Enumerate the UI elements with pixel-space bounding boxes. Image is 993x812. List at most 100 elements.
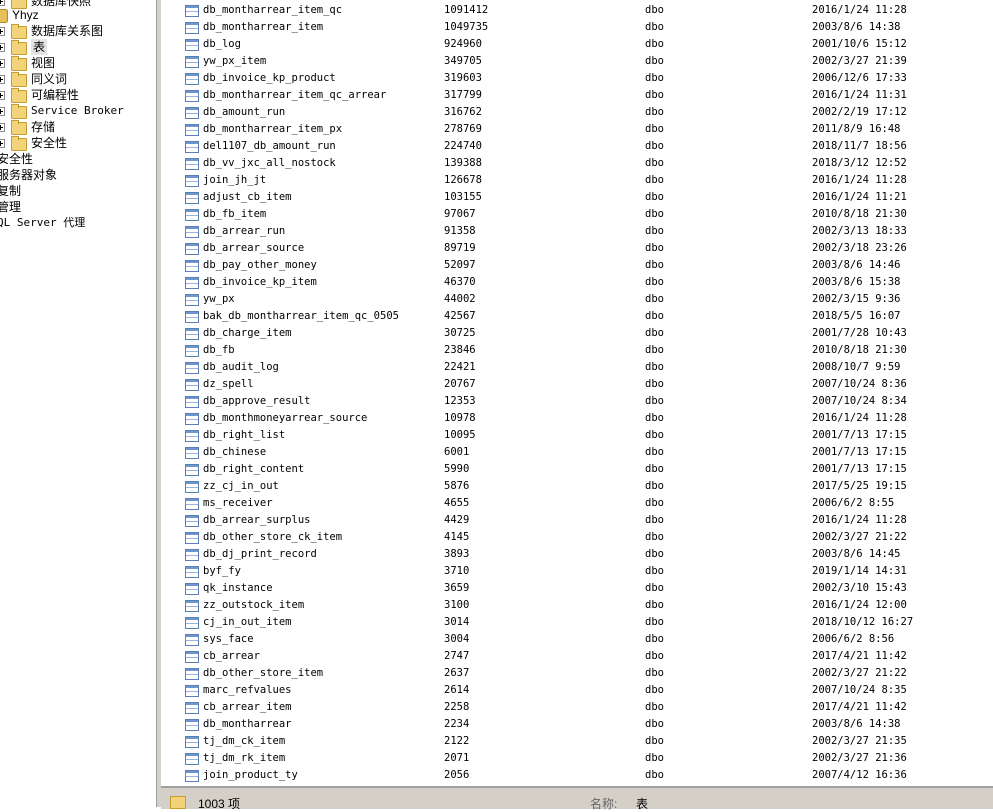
created-date: 2007/4/12 16:36 (812, 769, 907, 781)
table-row[interactable]: ms_receiver 4655 dbo 2006/6/2 8:55 (161, 495, 993, 512)
row-count: 2056 (444, 769, 470, 781)
row-count: 89719 (444, 242, 476, 254)
expand-icon[interactable] (0, 123, 5, 132)
table-name: cb_arrear_item (203, 701, 292, 713)
table-row[interactable]: join_jh_jt 126678 dbo 2016/1/24 11:28 (161, 172, 993, 189)
table-row[interactable]: bak_db_montharrear_item_qc_0505 42567 dbo 2… (161, 308, 993, 325)
table-icon (185, 566, 199, 578)
table-row[interactable]: db_audit_log 22421 dbo 2008/10/7 9:59 (161, 359, 993, 376)
table-row[interactable]: db_montharrear_item_qc 1091412 dbo 2016/1/2… (161, 2, 993, 19)
table-icon (185, 158, 199, 170)
table-row[interactable]: db_chinese 6001 dbo 2001/7/13 17:15 (161, 444, 993, 461)
schema-name: dbo (645, 361, 664, 373)
folder-icon (11, 56, 27, 71)
table-name: db_vv_jxc_all_nostock (203, 157, 336, 169)
database-icon (0, 9, 8, 23)
table-row[interactable]: db_invoice_kp_item 46370 dbo 2003/8/6 15:38 (161, 274, 993, 291)
table-row[interactable]: qk_instance 3659 dbo 2002/3/10 15:43 (161, 580, 993, 597)
table-row[interactable]: db_charge_item 30725 dbo 2001/7/28 10:43 (161, 325, 993, 342)
table-row[interactable]: db_arrear_run 91358 dbo 2002/3/13 18:33 (161, 223, 993, 240)
table-row[interactable]: zz_outstock_item 3100 dbo 2016/1/24 12:00 (161, 597, 993, 614)
table-row[interactable]: byf_fy 3710 dbo 2019/1/14 14:31 (161, 563, 993, 580)
table-name: ms_receiver (203, 497, 273, 509)
table-name: db_amount_run (203, 106, 286, 118)
table-icon (185, 481, 199, 493)
created-date: 2016/1/24 11:28 (812, 174, 907, 186)
expand-icon[interactable] (0, 107, 5, 116)
created-date: 2016/1/24 11:28 (812, 412, 907, 424)
table-row[interactable]: zz_cj_in_out 5876 dbo 2017/5/25 19:15 (161, 478, 993, 495)
schema-name: dbo (645, 446, 664, 458)
table-row[interactable]: db_monthmoneyarrear_source 10978 dbo 2016/1… (161, 410, 993, 427)
table-name: join_product_ty (203, 769, 298, 781)
table-row[interactable]: db_fb 23846 dbo 2010/8/18 21:30 (161, 342, 993, 359)
table-row[interactable]: db_arrear_surplus 4429 dbo 2016/1/24 11:28 (161, 512, 993, 529)
row-count: 3893 (444, 548, 470, 560)
expand-icon[interactable] (0, 75, 5, 84)
folder-icon (11, 120, 27, 135)
table-row[interactable]: tj_dm_ck_item 2122 dbo 2002/3/27 21:35 (161, 733, 993, 750)
table-row[interactable]: yw_px_item 349705 dbo 2002/3/27 21:39 (161, 53, 993, 70)
created-date: 2002/3/10 15:43 (812, 582, 907, 594)
table-icon (185, 753, 199, 765)
table-icon (185, 260, 199, 272)
table-row[interactable]: db_log 924960 dbo 2001/10/6 15:12 (161, 36, 993, 53)
table-name: db_chinese (203, 446, 267, 458)
table-icon (185, 226, 199, 238)
table-icon (185, 175, 199, 187)
expand-icon[interactable] (0, 139, 5, 148)
expand-icon[interactable] (0, 0, 5, 6)
table-name: sys_face (203, 633, 254, 645)
table-row[interactable]: cb_arrear_item 2258 dbo 2017/4/21 11:42 (161, 699, 993, 716)
table-row[interactable]: marc_refvalues 2614 dbo 2007/10/24 8:35 (161, 682, 993, 699)
table-row[interactable]: cb_arrear 2747 dbo 2017/4/21 11:42 (161, 648, 993, 665)
table-row[interactable]: adjust_cb_item 103155 dbo 2016/1/24 11:21 (161, 189, 993, 206)
table-row[interactable]: db_fb_item 97067 dbo 2010/8/18 21:30 (161, 206, 993, 223)
table-row[interactable]: db_right_list 10095 dbo 2001/7/13 17:15 (161, 427, 993, 444)
row-count: 5990 (444, 463, 470, 475)
table-row[interactable]: db_right_content 5990 dbo 2001/7/13 17:15 (161, 461, 993, 478)
table-row[interactable]: db_montharrear_item_px 278769 dbo 2011/8/9 … (161, 121, 993, 138)
expand-icon[interactable] (0, 43, 5, 52)
table-row[interactable]: db_pay_other_money 52097 dbo 2003/8/6 14:46 (161, 257, 993, 274)
table-row[interactable]: db_other_store_ck_item 4145 dbo 2002/3/27 2… (161, 529, 993, 546)
expand-icon[interactable] (0, 59, 5, 68)
table-icon (185, 107, 199, 119)
table-row[interactable]: cj_in_out_item 3014 dbo 2018/10/12 16:27 (161, 614, 993, 631)
table-name: db_arrear_surplus (203, 514, 311, 526)
table-icon (185, 73, 199, 85)
table-name: db_arrear_source (203, 242, 305, 254)
table-icon (185, 56, 199, 68)
table-icon (185, 464, 199, 476)
expand-icon[interactable] (0, 91, 5, 100)
table-row[interactable]: db_montharrear_item 1049735 dbo 2003/8/6 14… (161, 19, 993, 36)
schema-name: dbo (645, 4, 664, 16)
table-icon (185, 39, 199, 51)
table-row[interactable]: sys_face 3004 dbo 2006/6/2 8:56 (161, 631, 993, 648)
table-row[interactable]: db_dj_print_record 3893 dbo 2003/8/6 14:45 (161, 546, 993, 563)
row-count: 316762 (444, 106, 482, 118)
table-row[interactable]: db_amount_run 316762 dbo 2002/2/19 17:12 (161, 104, 993, 121)
table-name: cb_arrear (203, 650, 260, 662)
folder-icon (11, 104, 27, 119)
table-icon (185, 90, 199, 102)
table-row[interactable]: db_vv_jxc_all_nostock 139388 dbo 2018/3/12 … (161, 155, 993, 172)
table-icon (185, 192, 199, 204)
table-name: tj_dm_ck_item (203, 735, 286, 747)
table-row[interactable]: db_other_store_item 2637 dbo 2002/3/27 21:2… (161, 665, 993, 682)
table-row[interactable]: db_arrear_source 89719 dbo 2002/3/18 23:26 (161, 240, 993, 257)
table-row[interactable]: yw_px 44002 dbo 2002/3/15 9:36 (161, 291, 993, 308)
table-row[interactable]: db_montharrear 2234 dbo 2003/8/6 14:38 (161, 716, 993, 733)
table-icon (185, 736, 199, 748)
table-row[interactable]: del1107_db_amount_run 224740 dbo 2018/11/7 … (161, 138, 993, 155)
table-row[interactable]: dz_spell 20767 dbo 2007/10/24 8:36 (161, 376, 993, 393)
folder-icon (11, 40, 27, 55)
table-row[interactable]: db_approve_result 12353 dbo 2007/10/24 8:34 (161, 393, 993, 410)
table-row[interactable]: join_product_ty 2056 dbo 2007/4/12 16:36 (161, 767, 993, 784)
expand-icon[interactable] (0, 27, 5, 36)
table-row[interactable]: db_montharrear_item_qc_arrear 317799 dbo 20… (161, 87, 993, 104)
table-row[interactable]: db_invoice_kp_product 319603 dbo 2006/12/6 … (161, 70, 993, 87)
created-date: 2002/3/27 21:35 (812, 735, 907, 747)
table-row[interactable]: tj_dm_rk_item 2071 dbo 2002/3/27 21:36 (161, 750, 993, 767)
table-name: zz_outstock_item (203, 599, 305, 611)
